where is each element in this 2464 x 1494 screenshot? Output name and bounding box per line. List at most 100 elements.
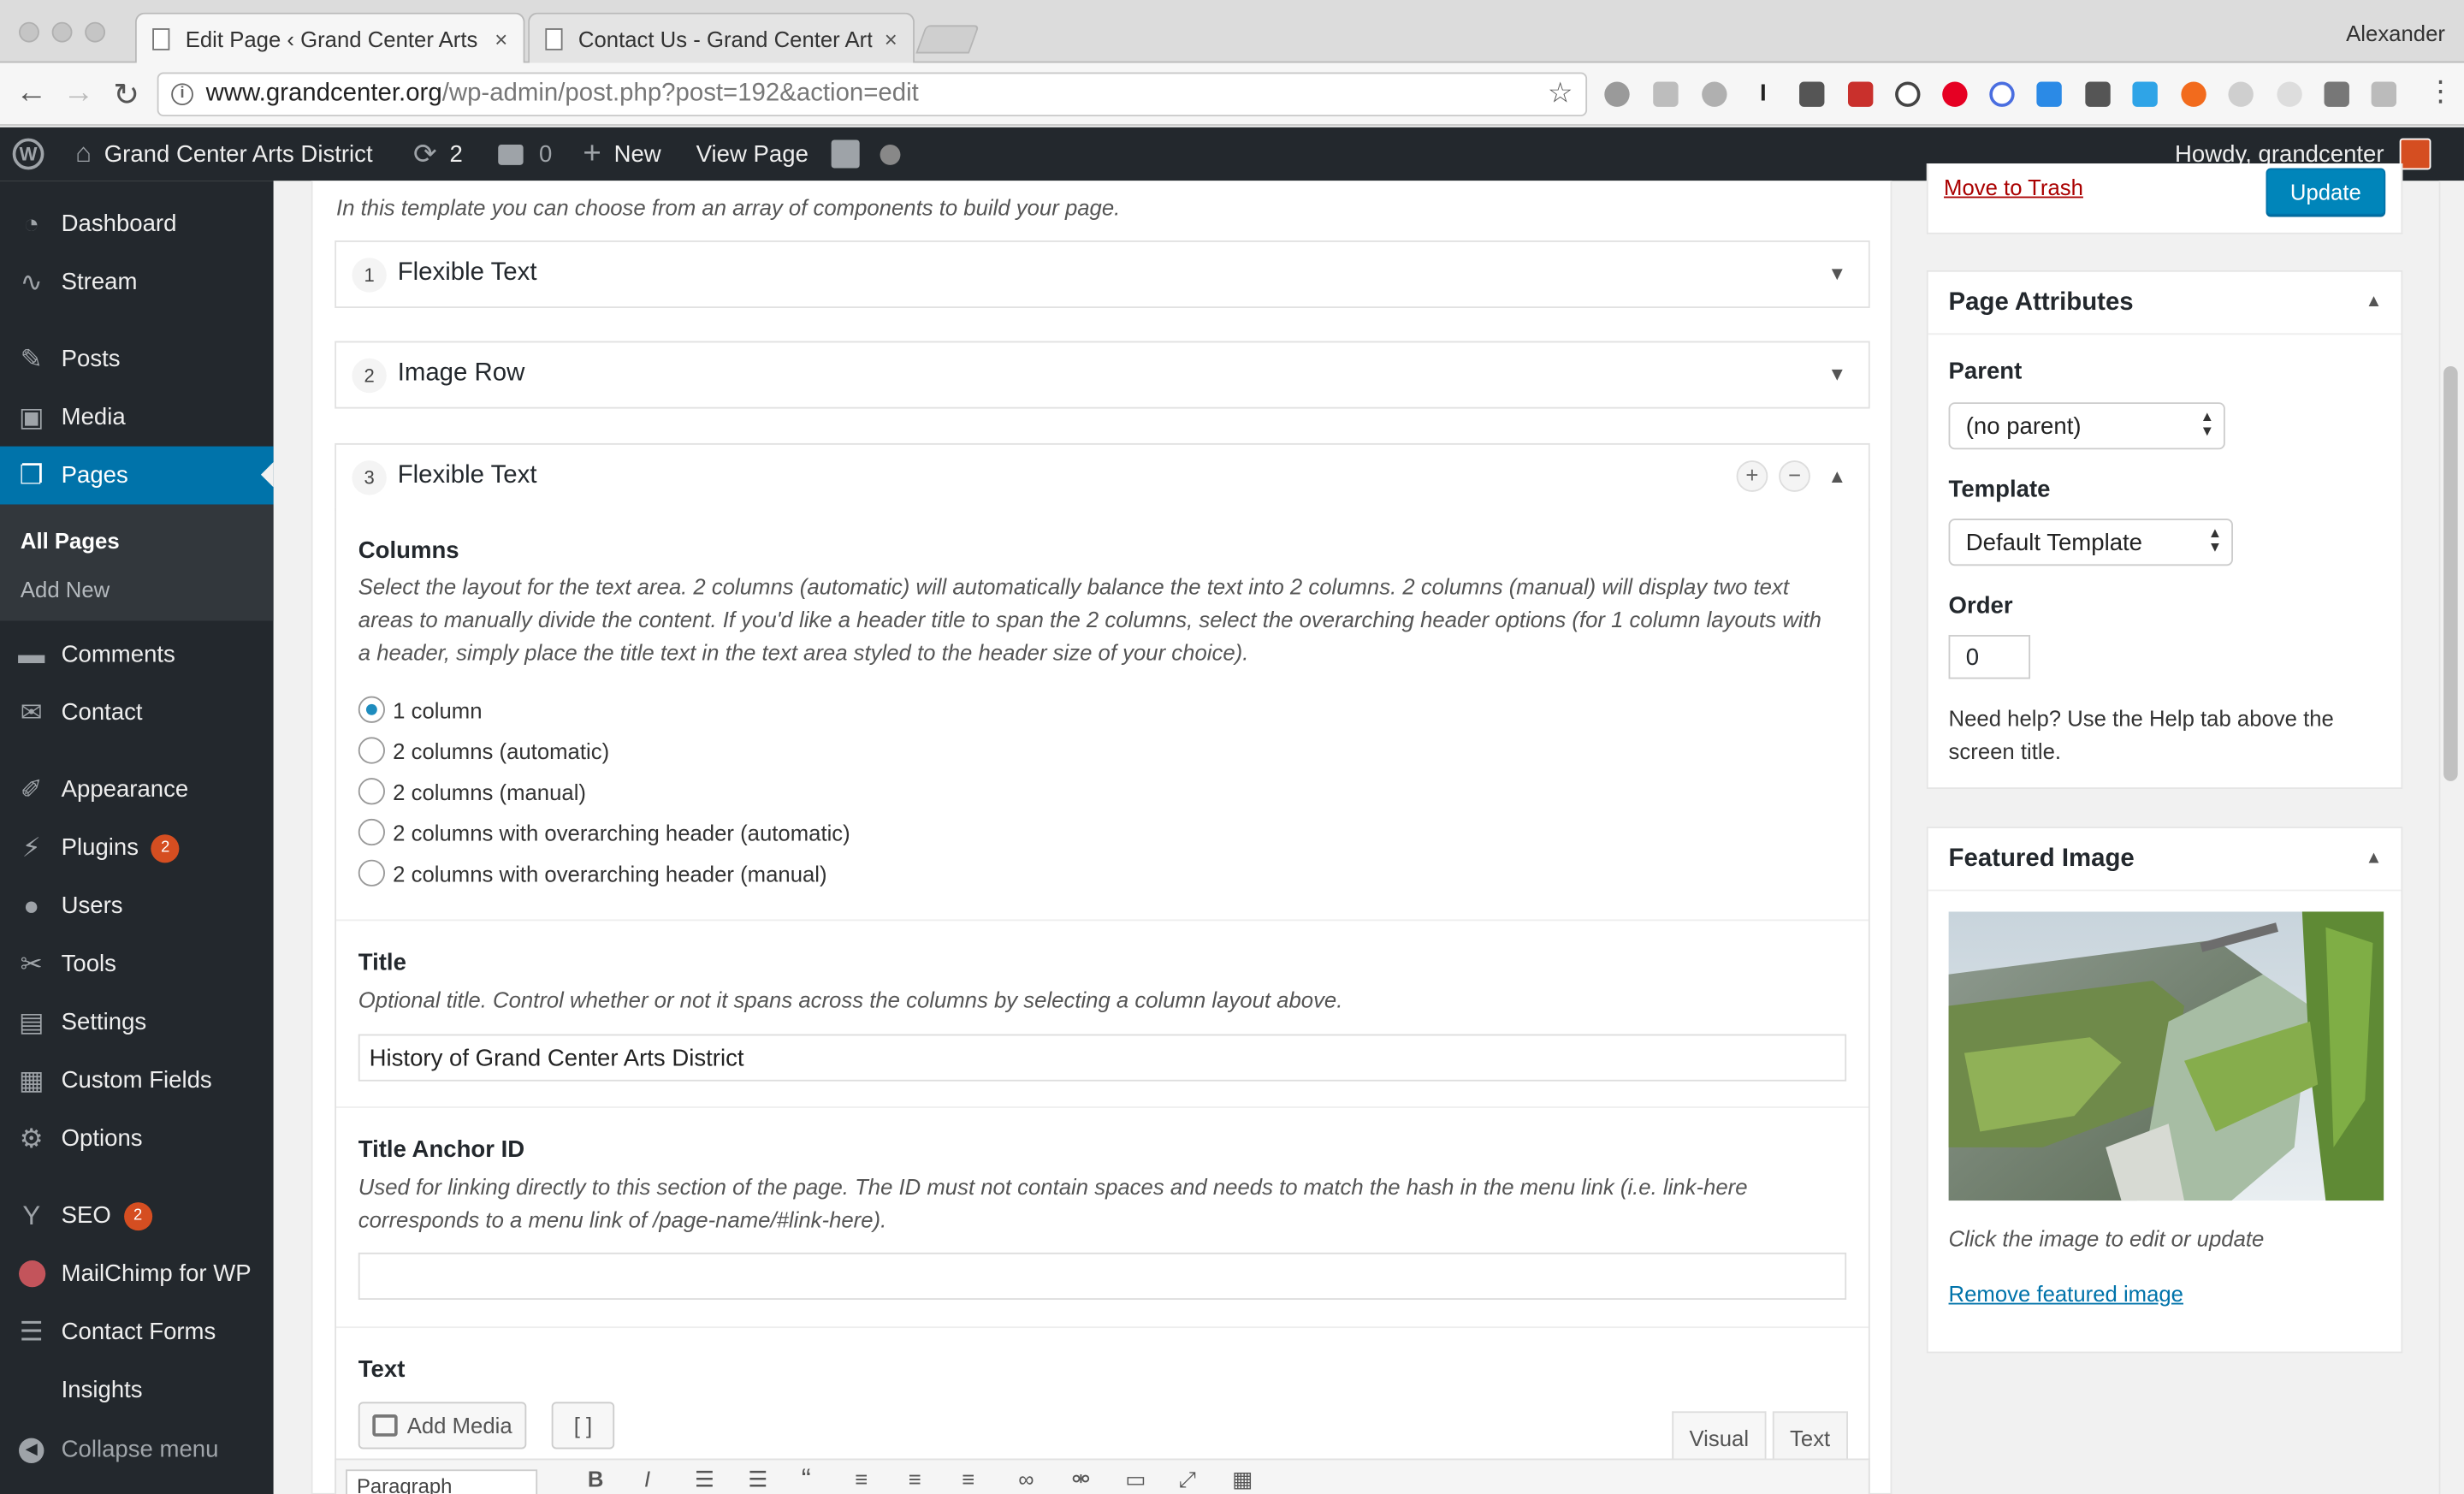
sidebar-item-insights[interactable]: Insights bbox=[0, 1361, 274, 1420]
order-input[interactable]: 0 bbox=[1948, 635, 2031, 679]
maximize-window-button[interactable] bbox=[85, 21, 106, 43]
updates-link[interactable]: ⟳ 2 bbox=[413, 127, 463, 181]
sidebar-item-contact-forms[interactable]: ☰ Contact Forms bbox=[0, 1303, 274, 1361]
collapse-arrow-icon[interactable]: ▲ bbox=[2365, 293, 2382, 311]
expand-caret-icon[interactable]: ▼ bbox=[1827, 363, 1846, 385]
move-to-trash-link[interactable]: Move to Trash bbox=[1944, 175, 2083, 199]
sidebar-item-stream[interactable]: ∿ Stream bbox=[0, 253, 274, 311]
parent-select[interactable]: (no parent) ▲ ▼ bbox=[1948, 402, 2225, 450]
sidebar-item-settings[interactable]: ▤ Settings bbox=[0, 993, 274, 1052]
extension-skype-icon[interactable] bbox=[2228, 81, 2254, 107]
sidebar-item-appearance[interactable]: ✐ Appearance bbox=[0, 761, 274, 819]
align-center-icon[interactable]: ≡ bbox=[909, 1467, 921, 1491]
radio-overarching-automatic[interactable]: 2 columns with overarching header (autom… bbox=[358, 818, 850, 846]
shortcode-button[interactable]: [ ] bbox=[551, 1402, 615, 1450]
close-window-button[interactable] bbox=[19, 21, 39, 43]
forward-arrow-icon[interactable]: → bbox=[62, 75, 94, 111]
sidebar-item-users[interactable]: ● Users bbox=[0, 877, 274, 935]
radio-overarching-manual[interactable]: 2 columns with overarching header (manua… bbox=[358, 859, 827, 886]
template-select[interactable]: Default Template ▲ ▼ bbox=[1948, 519, 2233, 566]
layout-row-1[interactable]: 1 Flexible Text ▼ bbox=[335, 240, 1870, 308]
sidebar-item-mailchimp[interactable]: MailChimp for WP bbox=[0, 1245, 274, 1303]
extension-palette-icon[interactable] bbox=[1702, 81, 1727, 107]
sidebar-item-custom-fields[interactable]: ▦ Custom Fields bbox=[0, 1052, 274, 1110]
site-name-link[interactable]: ⌂ Grand Center Arts District bbox=[75, 127, 372, 181]
extension-drive-icon[interactable] bbox=[1653, 81, 1679, 107]
update-button[interactable]: Update bbox=[2266, 168, 2386, 216]
tab-text[interactable]: Text bbox=[1772, 1411, 1848, 1463]
sidebar-item-comments[interactable]: ▬ Comments bbox=[0, 625, 274, 684]
comments-link[interactable]: 0 bbox=[498, 127, 552, 181]
page-attributes-header[interactable]: Page Attributes ▲ bbox=[1928, 272, 2402, 335]
bold-icon[interactable]: B bbox=[588, 1467, 604, 1491]
title-input[interactable]: History of Grand Center Arts District bbox=[358, 1034, 1847, 1082]
address-bar[interactable]: i www.grandcenter.org/wp-admin/post.php?… bbox=[157, 72, 1588, 116]
submenu-add-new[interactable]: Add New bbox=[21, 577, 110, 602]
sidebar-item-options[interactable]: ⚙ Options bbox=[0, 1110, 274, 1168]
toolbar-toggle-icon[interactable]: ▦ bbox=[1232, 1467, 1253, 1493]
sidebar-item-seo[interactable]: Y SEO 2 bbox=[0, 1187, 274, 1245]
close-tab-icon[interactable]: × bbox=[495, 26, 507, 50]
extension-shield-icon[interactable] bbox=[1847, 81, 1874, 107]
tab-visual[interactable]: Visual bbox=[1672, 1411, 1767, 1463]
layout-row-3[interactable]: 3 Flexible Text + − ▲ bbox=[335, 442, 1870, 511]
status-dot-icon[interactable] bbox=[880, 127, 901, 181]
anchor-input[interactable] bbox=[358, 1252, 1847, 1300]
extension-pinterest-icon[interactable] bbox=[1942, 81, 1968, 107]
yoast-icon[interactable] bbox=[831, 127, 860, 181]
browser-tab-contact[interactable]: Contact Us - Grand Center Art × bbox=[528, 12, 915, 63]
bullet-list-icon[interactable]: ☰ bbox=[695, 1467, 714, 1493]
radio-button[interactable] bbox=[358, 818, 385, 846]
expand-caret-icon[interactable]: ▼ bbox=[1827, 263, 1846, 285]
numbered-list-icon[interactable]: ☰ bbox=[748, 1467, 767, 1493]
radio-2-columns-automatic[interactable]: 2 columns (automatic) bbox=[358, 737, 609, 764]
browser-tab-edit-page[interactable]: Edit Page ‹ Grand Center Arts × bbox=[134, 12, 525, 63]
extension-i-icon[interactable]: I bbox=[1750, 81, 1775, 107]
collapse-caret-icon[interactable]: ▲ bbox=[1827, 465, 1846, 488]
featured-image-thumbnail[interactable] bbox=[1948, 911, 2384, 1201]
collapse-menu-button[interactable]: ◀ Collapse menu bbox=[0, 1420, 274, 1479]
remove-layout-icon[interactable]: − bbox=[1779, 460, 1810, 492]
bookmark-star-icon[interactable]: ☆ bbox=[1548, 77, 1573, 110]
align-right-icon[interactable]: ≡ bbox=[962, 1467, 974, 1491]
radio-1-column[interactable]: 1 column bbox=[358, 696, 483, 723]
view-page-link[interactable]: View Page bbox=[696, 127, 808, 181]
sidebar-item-tools[interactable]: ✂ Tools bbox=[0, 935, 274, 993]
radio-2-columns-manual[interactable]: 2 columns (manual) bbox=[358, 778, 586, 805]
close-tab-icon[interactable]: × bbox=[885, 26, 897, 50]
sidebar-item-plugins[interactable]: ⚡ Plugins 2 bbox=[0, 819, 274, 877]
back-arrow-icon[interactable]: ← bbox=[15, 75, 47, 111]
featured-image-header[interactable]: Featured Image ▲ bbox=[1928, 828, 2402, 892]
scrollbar-thumb[interactable] bbox=[2443, 365, 2458, 781]
reload-icon[interactable]: ↻ bbox=[113, 75, 139, 115]
align-left-icon[interactable]: ≡ bbox=[855, 1467, 868, 1491]
layout-row-2[interactable]: 2 Image Row ▼ bbox=[335, 341, 1870, 409]
submenu-all-pages[interactable]: All Pages bbox=[21, 528, 120, 553]
unlink-icon[interactable]: ⚮ bbox=[1072, 1467, 1091, 1493]
fullscreen-icon[interactable]: ⤢ bbox=[1179, 1467, 1197, 1493]
add-layout-icon[interactable]: + bbox=[1736, 460, 1768, 492]
blockquote-icon[interactable]: “ bbox=[802, 1463, 811, 1494]
sidebar-item-contact[interactable]: ✉ Contact bbox=[0, 684, 274, 742]
browser-profile[interactable]: Alexander bbox=[2346, 21, 2445, 45]
extension-window-icon[interactable] bbox=[2132, 81, 2158, 107]
italic-icon[interactable]: I bbox=[644, 1467, 650, 1491]
remove-featured-image-link[interactable]: Remove featured image bbox=[1949, 1281, 2183, 1306]
extension-ball-icon[interactable] bbox=[2181, 81, 2206, 107]
radio-button[interactable] bbox=[358, 859, 385, 886]
add-media-button[interactable]: Add Media bbox=[358, 1402, 527, 1450]
wordpress-logo-icon[interactable]: W bbox=[12, 127, 44, 181]
extension-clock-icon[interactable] bbox=[2277, 81, 2302, 107]
sidebar-item-media[interactable]: ▣ Media bbox=[0, 388, 274, 447]
sidebar-item-pages[interactable]: ❐ Pages bbox=[0, 446, 274, 505]
more-tag-icon[interactable]: ▭ bbox=[1125, 1467, 1146, 1493]
collapse-arrow-icon[interactable]: ▲ bbox=[2365, 849, 2382, 868]
new-tab-button[interactable] bbox=[915, 25, 980, 54]
extension-square-icon[interactable] bbox=[2324, 81, 2349, 107]
extension-download-icon[interactable] bbox=[2036, 81, 2062, 107]
radio-button[interactable] bbox=[358, 696, 385, 723]
browser-menu-icon[interactable]: ⋮ bbox=[2426, 75, 2455, 109]
format-select[interactable]: Paragraph bbox=[346, 1469, 538, 1494]
extension-bulb-icon[interactable] bbox=[1799, 81, 1825, 107]
minimize-window-button[interactable] bbox=[51, 21, 73, 43]
